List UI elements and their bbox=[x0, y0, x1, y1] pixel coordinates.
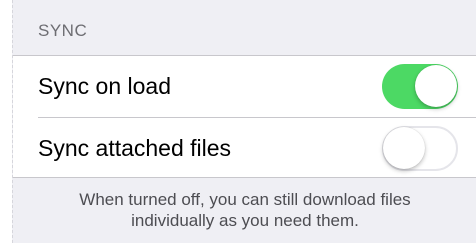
footer-line-1: When turned off, you can still download … bbox=[79, 190, 411, 209]
toggle-knob bbox=[383, 127, 425, 169]
setting-label-sync-on-load: Sync on load bbox=[38, 73, 171, 99]
setting-row-sync-attached-files: Sync attached files bbox=[13, 118, 476, 179]
footer-line-2: individually as you need them. bbox=[131, 211, 359, 230]
section-header-label: SYNC bbox=[38, 21, 88, 40]
setting-label-sync-attached-files: Sync attached files bbox=[38, 135, 232, 161]
left-margin bbox=[0, 0, 12, 243]
settings-panel: SYNC Sync on load Sync attached files Wh… bbox=[12, 0, 476, 243]
setting-row-sync-on-load: Sync on load bbox=[13, 56, 476, 118]
toggle-knob bbox=[415, 65, 457, 107]
section-footer: When turned off, you can still download … bbox=[13, 189, 476, 231]
sync-attached-files-toggle[interactable] bbox=[382, 126, 458, 171]
section-header: SYNC bbox=[13, 0, 476, 55]
settings-group: Sync on load Sync attached files bbox=[13, 55, 476, 178]
sync-on-load-toggle[interactable] bbox=[382, 64, 458, 109]
